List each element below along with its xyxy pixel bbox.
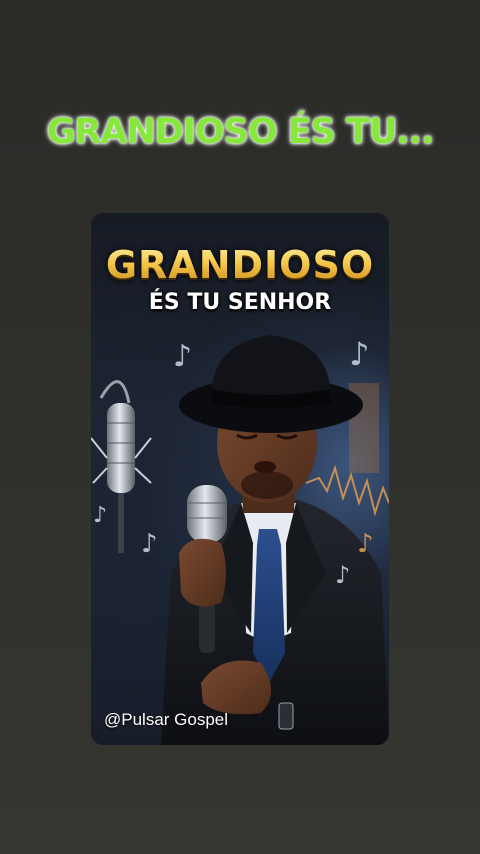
necktie: [253, 529, 285, 683]
right-hand: [179, 538, 226, 607]
thumbnail-title: GRANDIOSO: [91, 243, 389, 287]
music-note-icon: ♪: [335, 561, 351, 589]
music-note-icon: ♪: [93, 503, 108, 528]
music-note-icon: ♪: [141, 529, 158, 559]
thumbnail-subtitle: ÉS TU SENHOR: [148, 290, 332, 315]
music-note-icon: ♪: [173, 339, 193, 374]
wristwatch: [278, 702, 294, 730]
channel-watermark: @Pulsar Gospel: [104, 710, 229, 729]
music-note-icon: ♪: [357, 529, 374, 559]
mouth: [254, 461, 276, 473]
music-note-icon: ♪: [349, 335, 370, 373]
video-frame: { "headline": { "text": "GRANDIOSO ÉS TU…: [0, 0, 480, 854]
beard: [241, 471, 293, 499]
video-thumbnail[interactable]: ♪ ♪ ♪ ♪ ♪ ♪ GRANDIOSO ÉS TU SENHOR @Puls…: [91, 213, 389, 745]
video-headline: GRANDIOSO ÉS TU...: [46, 112, 435, 152]
